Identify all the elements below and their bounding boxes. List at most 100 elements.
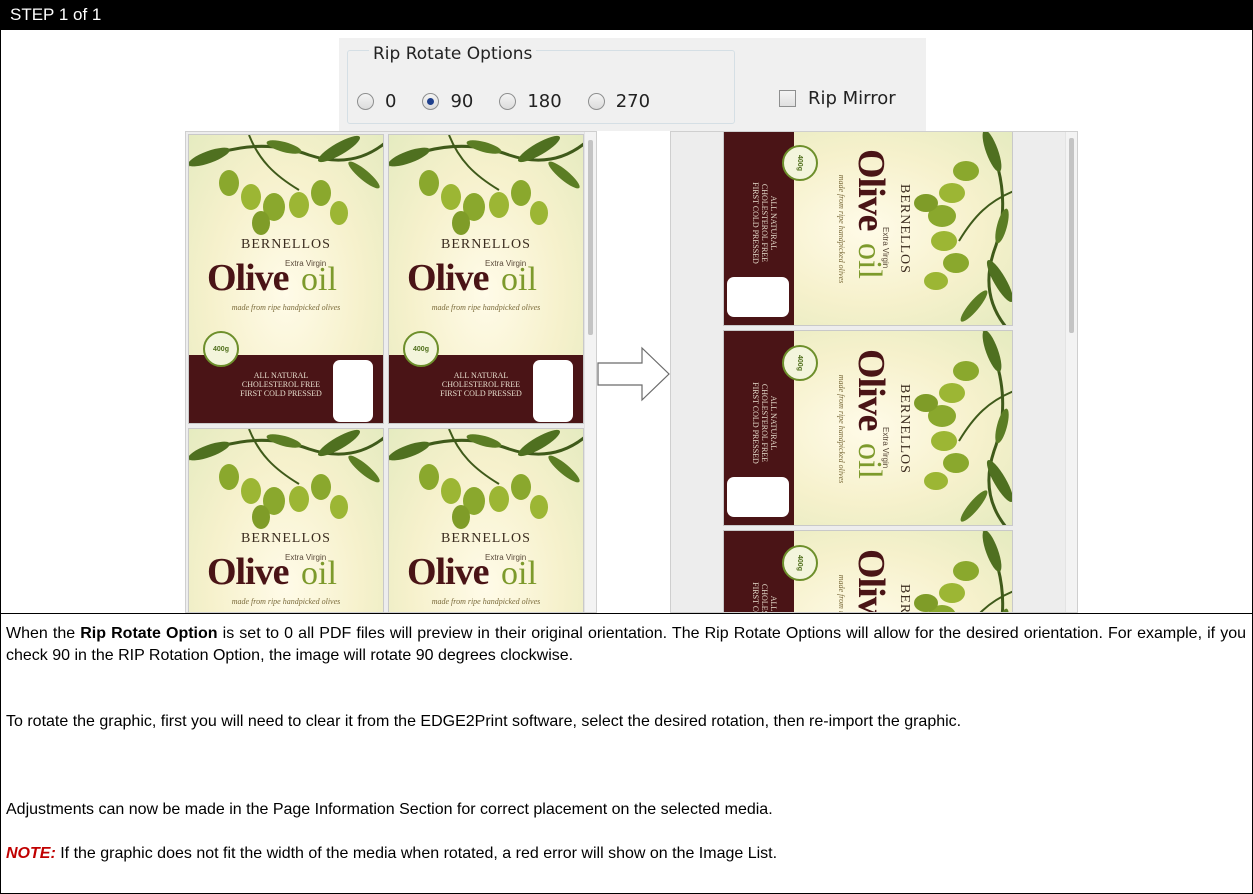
radio-icon[interactable] xyxy=(587,93,605,110)
olive-branch-icon xyxy=(189,135,383,235)
olive-branch-icon xyxy=(389,135,583,235)
label-thumbnail: BERNELLOS Olive Extra Virgin oil made fr… xyxy=(388,134,584,424)
olive-branch-icon xyxy=(914,531,1012,612)
label-band-line: ALL NATURAL xyxy=(769,195,778,251)
rip-options-panel: Rip Rotate Options 0 90 180 270 Rip Mirr… xyxy=(339,38,926,131)
note-key: NOTE: xyxy=(6,845,56,862)
instruction-paragraph-2: To rotate the graphic, first you will ne… xyxy=(6,713,962,730)
label-brand: BERNELLOS xyxy=(241,237,331,252)
label-band-line: ALL NATURAL xyxy=(253,371,309,380)
rotate-radio-180-label: 180 xyxy=(527,91,562,112)
label-blank-box xyxy=(727,477,789,517)
label-band-line: ALL NATURAL xyxy=(453,371,509,380)
rotate-radio-270-label: 270 xyxy=(615,91,651,112)
label-tagline: made from ripe handpicked olives xyxy=(837,174,846,284)
label-thumbnail: BERNELLOS Olive Extra Virgin oil made fr… xyxy=(188,134,384,424)
label-brand: BERNELLOS xyxy=(897,384,912,474)
rotate-radio-90[interactable]: 90 xyxy=(422,91,473,112)
radio-selected-icon[interactable] xyxy=(422,93,440,110)
label-band-line: CHOLESTEROL FREE xyxy=(241,380,321,389)
label-band-line: FIRST COLD PRESSED xyxy=(751,553,760,612)
p1-bold: Rip Rotate Option xyxy=(80,625,218,642)
label-band-line: CHOLESTEROL FREE xyxy=(760,183,769,263)
rotated-label-thumbnail: BERNELLOS Olive Extra Virgin oil made fr… xyxy=(723,330,1013,526)
scrollbar-thumb[interactable] xyxy=(1069,138,1074,333)
rip-mirror-label: Rip Mirror xyxy=(808,88,896,109)
label-blank-box xyxy=(533,360,573,422)
label-oil-word: oil xyxy=(301,261,337,298)
olive-branch-icon xyxy=(189,429,383,529)
label-olive-word: Olive xyxy=(850,349,892,431)
label-tagline: made from ripe handpicked olives xyxy=(431,597,541,606)
note-text: If the graphic does not fit the width of… xyxy=(55,845,778,862)
radio-icon[interactable] xyxy=(357,93,374,110)
rotate-arrow-icon xyxy=(597,346,670,402)
label-weight-badge: 400g xyxy=(403,331,439,367)
label-olive-word: Olive xyxy=(407,257,490,299)
label-weight-badge: 400g xyxy=(782,145,818,181)
label-brand: BERNELLOS xyxy=(441,237,531,252)
label-band-line: ALL NATURAL xyxy=(769,553,778,612)
label-olive-word: Olive xyxy=(850,549,892,613)
rotate-radio-0-label: 0 xyxy=(385,91,397,112)
label-olive-word: Olive xyxy=(207,551,290,593)
olive-branch-icon xyxy=(914,331,1012,525)
original-preview-pane[interactable]: BERNELLOS Olive Extra Virgin oil made fr… xyxy=(185,131,597,613)
label-brand: BERNELLOS xyxy=(241,531,331,546)
label-tagline: made from ripe handpicked olives xyxy=(431,303,541,312)
rotate-radio-90-label: 90 xyxy=(450,91,474,112)
label-band-line: FIRST COLD PRESSED xyxy=(751,182,760,264)
rotate-radio-group: 0 90 180 270 xyxy=(357,91,676,112)
label-band-line: ALL NATURAL xyxy=(769,395,778,451)
rotate-radio-0[interactable]: 0 xyxy=(357,91,396,112)
note-paragraph: NOTE: If the graphic does not fit the wi… xyxy=(6,843,1246,865)
label-band-line: CHOLESTEROL FREE xyxy=(760,553,769,612)
label-brand: BERNELLOS xyxy=(897,184,912,274)
label-thumbnail: BERNELLOS Olive Extra Virgin oil made fr… xyxy=(388,428,584,612)
rotated-label-thumbnail: BERNELLOS Olive Extra Virgin oil made fr… xyxy=(723,132,1013,326)
section-divider xyxy=(0,613,1253,614)
label-oil-word: oil xyxy=(501,555,537,592)
checkbox-icon[interactable] xyxy=(779,90,796,107)
label-blank-box xyxy=(333,360,373,422)
original-preview-scrollbar[interactable] xyxy=(584,132,596,612)
label-tagline: made from ripe handpicked olives xyxy=(231,597,341,606)
label-brand: BERNELLOS xyxy=(896,531,912,612)
label-oil-word: oil xyxy=(501,261,537,298)
rip-mirror-checkbox[interactable]: Rip Mirror xyxy=(779,88,896,109)
radio-icon[interactable] xyxy=(499,93,517,110)
label-oil-word: oil xyxy=(301,555,337,592)
label-olive-word: Olive xyxy=(207,257,290,299)
rotated-label-thumbnail: BERNELLOS Olive Extra Virgin oil made fr… xyxy=(723,530,1013,613)
label-olive-word: Olive xyxy=(407,551,490,593)
label-weight-badge: 400g xyxy=(203,331,239,367)
label-band-line: FIRST COLD PRESSED xyxy=(240,389,322,398)
rotated-preview-scrollbar[interactable] xyxy=(1065,132,1077,612)
label-oil-word: oil xyxy=(851,243,888,279)
label-band-line: CHOLESTEROL FREE xyxy=(441,380,521,389)
instruction-paragraph-1: When the Rip Rotate Option is set to 0 a… xyxy=(6,623,1246,667)
scrollbar-thumb[interactable] xyxy=(588,140,593,335)
step-header: STEP 1 of 1 xyxy=(0,0,1253,30)
label-oil-word: oil xyxy=(851,443,888,479)
rotate-radio-270[interactable]: 270 xyxy=(587,91,651,112)
label-weight-badge: 400g xyxy=(782,545,818,581)
p1-pre: When the xyxy=(6,625,81,642)
label-band-line: FIRST COLD PRESSED xyxy=(751,382,760,464)
label-tagline: made from ripe handpicked olives xyxy=(837,374,846,484)
label-weight-badge: 400g xyxy=(782,345,818,381)
rotated-preview-pane[interactable]: BERNELLOS Olive Extra Virgin oil made fr… xyxy=(670,131,1078,613)
label-thumbnail: BERNELLOS Olive Extra Virgin oil made fr… xyxy=(188,428,384,612)
olive-branch-icon xyxy=(389,429,583,529)
label-olive-word: Olive xyxy=(850,149,892,231)
label-band-line: CHOLESTEROL FREE xyxy=(760,383,769,463)
instruction-paragraph-3: Adjustments can now be made in the Page … xyxy=(6,801,773,818)
label-band-line: FIRST COLD PRESSED xyxy=(440,389,522,398)
rip-rotate-group-label: Rip Rotate Options xyxy=(369,44,537,64)
olive-branch-icon xyxy=(914,132,1012,325)
rotate-radio-180[interactable]: 180 xyxy=(499,91,562,112)
label-brand: BERNELLOS xyxy=(441,531,531,546)
label-blank-box xyxy=(727,277,789,317)
label-tagline: made from ripe handpicked olives xyxy=(231,303,341,312)
label-tagline: made from ripe handpicked olives xyxy=(837,531,846,612)
